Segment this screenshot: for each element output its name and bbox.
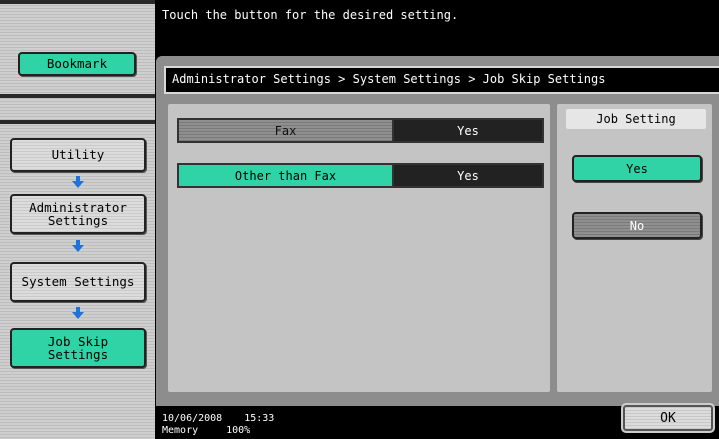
- setting-fax-button[interactable]: Fax: [177, 118, 392, 143]
- sidebar-item-label: Job Skip Settings: [47, 333, 109, 362]
- sidebar-item-label: Utility: [51, 147, 105, 163]
- sidebar-item-system-settings[interactable]: System Settings: [10, 262, 146, 302]
- option-label: No: [629, 218, 645, 233]
- arrow-down-icon: [72, 176, 84, 188]
- setting-value: Yes: [457, 168, 479, 183]
- sidebar-item-job-skip-settings[interactable]: Job Skip Settings: [10, 328, 146, 368]
- setting-value: Yes: [457, 123, 479, 138]
- setting-other-than-fax-value: Yes: [392, 163, 544, 188]
- instruction-message: Touch the button for the desired setting…: [162, 8, 459, 22]
- setting-fax-value: Yes: [392, 118, 544, 143]
- time-text: 15:33: [244, 413, 275, 424]
- settings-list-area: [168, 104, 550, 392]
- memory-value: 100%: [226, 424, 251, 436]
- job-setting-yes-button[interactable]: Yes: [572, 155, 702, 182]
- setting-label: Fax: [274, 123, 297, 138]
- job-setting-area: [557, 104, 712, 392]
- memory-label: Memory: [162, 424, 199, 436]
- job-setting-title: Job Setting: [566, 109, 706, 129]
- sidebar-item-utility[interactable]: Utility: [10, 138, 146, 172]
- breadcrumb: Administrator Settings > System Settings…: [164, 66, 719, 94]
- bookmark-label: Bookmark: [46, 56, 108, 72]
- sidebar-top-band: [0, 0, 155, 4]
- option-label: Yes: [626, 161, 648, 176]
- ok-label: OK: [660, 410, 676, 426]
- bookmark-button[interactable]: Bookmark: [18, 52, 136, 76]
- sidebar-divider: [0, 94, 155, 98]
- sidebar-divider: [0, 120, 155, 124]
- arrow-down-icon: [72, 307, 84, 319]
- setting-other-than-fax-button[interactable]: Other than Fax: [177, 163, 392, 188]
- ok-button[interactable]: OK: [621, 403, 715, 433]
- status-datetime: 10/06/2008 15:33 Memory 100%: [162, 413, 274, 436]
- setting-label: Other than Fax: [234, 168, 337, 183]
- sidebar-item-label: Administrator Settings: [29, 199, 127, 228]
- date-text: 10/06/2008: [162, 413, 223, 424]
- sidebar-item-label: System Settings: [21, 274, 135, 290]
- job-setting-no-button[interactable]: No: [572, 212, 702, 239]
- sidebar-item-administrator-settings[interactable]: Administrator Settings: [10, 194, 146, 234]
- arrow-down-icon: [72, 240, 84, 252]
